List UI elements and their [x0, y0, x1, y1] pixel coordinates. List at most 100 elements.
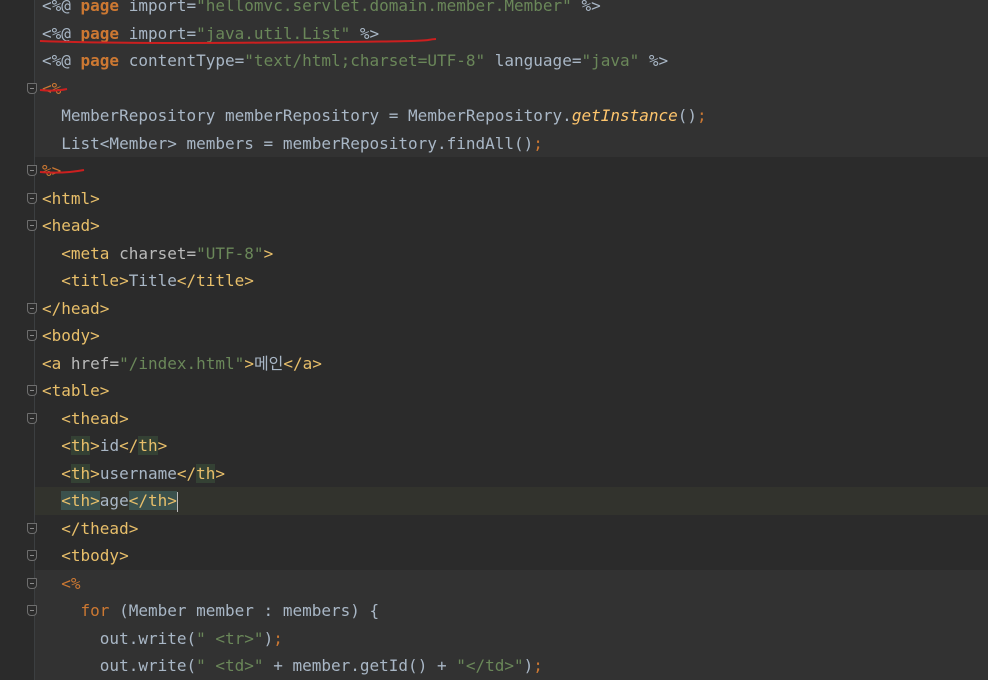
text-caret [176, 491, 178, 512]
code-text: MemberRepository memberRepository = Memb… [42, 102, 706, 130]
code-line[interactable]: </thead> [0, 514, 988, 543]
code-text: </thead> [42, 515, 138, 543]
code-line[interactable]: <thead> [0, 404, 988, 432]
gutter [0, 74, 37, 102]
fold-toggle-icon[interactable] [27, 330, 37, 341]
code-token: () [677, 106, 698, 125]
gutter [0, 624, 35, 652]
code-line[interactable]: List<Member> members = memberRepository.… [0, 129, 988, 157]
code-token: "java" [581, 51, 640, 70]
code-token: "java.util.List" [196, 23, 351, 43]
code-token: username [99, 463, 177, 483]
code-token: <%@ [42, 0, 81, 15]
code-line[interactable]: </head> [0, 294, 988, 322]
gutter [0, 212, 37, 240]
code-token: page [80, 0, 120, 15]
code-token: </th> [128, 491, 177, 510]
fold-toggle-icon[interactable] [27, 192, 37, 204]
code-token: List<Member> members = memberRepository.… [42, 133, 534, 153]
code-token: </ [176, 463, 197, 483]
code-token: language= [485, 51, 582, 70]
fold-toggle-icon[interactable] [27, 522, 37, 534]
code-text: <body> [42, 322, 100, 350]
gutter [0, 597, 37, 625]
code-line[interactable]: out.write(" <tr>"); [0, 624, 988, 652]
code-line[interactable]: MemberRepository memberRepository = Memb… [0, 102, 988, 130]
code-token: page [80, 51, 120, 70]
code-text: <th>age</th> [42, 487, 178, 515]
code-line[interactable]: <th>id</th> [0, 432, 988, 460]
code-line[interactable]: <th>username</th> [0, 459, 988, 487]
code-line[interactable]: <% [0, 74, 988, 102]
fold-toggle-icon[interactable] [27, 605, 37, 616]
code-line[interactable]: <meta charset="UTF-8"> [0, 239, 988, 268]
gutter [0, 19, 35, 47]
gutter [0, 239, 35, 267]
code-line[interactable]: <tbody> [0, 542, 988, 570]
code-line[interactable]: <html> [0, 184, 988, 212]
code-token: <% [42, 78, 62, 98]
code-token: <body> [42, 326, 100, 345]
code-token: + member.getId() + [263, 656, 457, 675]
code-text: out.write(" <td>" + member.getId() + "</… [42, 652, 543, 680]
code-token: import= [119, 23, 197, 43]
code-line[interactable]: <a href="/index.html">메인</a> [0, 349, 988, 377]
code-line[interactable]: out.write(" <td>" + member.getId() + "</… [0, 652, 988, 680]
fold-toggle-icon[interactable] [27, 302, 37, 314]
fold-toggle-icon[interactable] [27, 550, 37, 561]
fold-toggle-icon[interactable] [27, 82, 37, 94]
fold-toggle-icon[interactable] [27, 577, 37, 589]
code-token: ; [273, 628, 283, 648]
code-token: </title> [176, 271, 254, 290]
gutter [0, 404, 37, 432]
code-token: %> [639, 51, 669, 70]
code-token: <head> [42, 216, 100, 235]
code-token: ; [533, 656, 543, 675]
code-token: </ [119, 436, 139, 455]
code-line[interactable]: <head> [0, 212, 988, 240]
gutter [0, 294, 37, 322]
code-line[interactable]: <% [0, 569, 988, 597]
gutter [0, 129, 35, 157]
gutter [0, 569, 37, 597]
code-token: th [196, 463, 216, 483]
gutter [0, 432, 35, 460]
code-token: > [90, 436, 100, 455]
code-line[interactable]: <%@ page import="hellomvc.servlet.domain… [0, 0, 988, 20]
code-token: %> [350, 23, 380, 43]
code-line[interactable]: <%@ page import="java.util.List" %> [0, 19, 988, 47]
code-token: %> [42, 161, 62, 180]
code-token: (Member member : members) { [119, 601, 380, 620]
code-token: <meta [61, 243, 120, 263]
code-token: " <tr>" [196, 628, 264, 648]
code-line[interactable]: <%@ page contentType="text/html;charset=… [0, 47, 988, 75]
code-text: <meta charset="UTF-8"> [42, 240, 273, 268]
code-line[interactable]: <th>age</th> [0, 487, 988, 515]
code-line[interactable]: <title>Title</title> [0, 267, 988, 295]
code-text: <table> [42, 377, 109, 405]
code-token: th [70, 463, 91, 483]
code-line[interactable]: for (Member member : members) { [0, 597, 988, 625]
fold-toggle-icon[interactable] [27, 220, 37, 231]
code-token: id [99, 436, 120, 455]
gutter [0, 322, 37, 350]
code-line[interactable]: %> [0, 157, 988, 185]
code-token: </head> [42, 298, 110, 318]
fold-toggle-icon[interactable] [27, 412, 37, 424]
code-text: <th>id</th> [42, 432, 167, 460]
code-line[interactable]: <body> [0, 322, 988, 350]
fold-toggle-icon[interactable] [27, 385, 37, 396]
code-line[interactable]: <table> [0, 377, 988, 405]
code-token: < [61, 463, 71, 483]
code-token: out.write( [99, 628, 197, 648]
fold-toggle-icon[interactable] [27, 165, 37, 176]
code-token: 메인 [253, 353, 284, 373]
code-token: ; [533, 133, 543, 153]
code-editor[interactable]: <%@ page import="hellomvc.servlet.domain… [0, 0, 988, 680]
